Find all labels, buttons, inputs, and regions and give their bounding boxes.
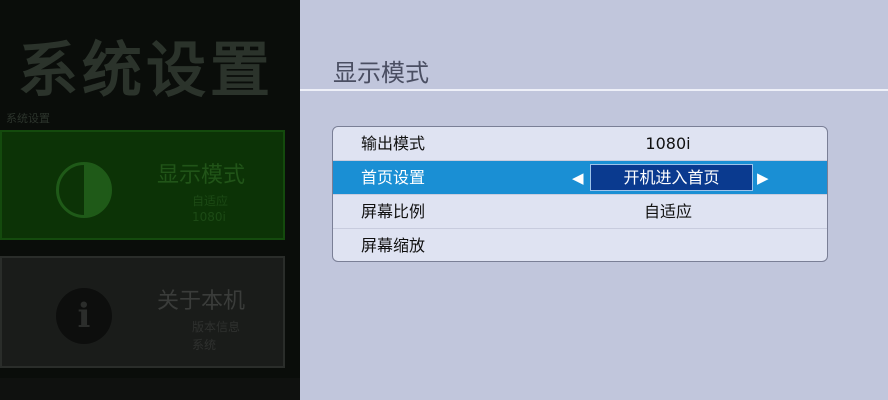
panel-title: 显示模式 <box>333 59 429 87</box>
bottom-card-edge <box>0 378 300 400</box>
arrow-right-icon[interactable]: ▶ <box>757 161 769 195</box>
breadcrumb: 系统设置 <box>6 112 50 125</box>
about-device-card[interactable]: i 关于本机 版本信息 系统 <box>0 256 285 368</box>
system-settings-title: 系统设置 <box>18 36 274 106</box>
title-divider <box>300 89 888 91</box>
output-mode-value: 1080i <box>645 134 691 153</box>
display-mode-card[interactable]: 显示模式 自适应 1080i <box>0 130 285 240</box>
arrow-left-icon[interactable]: ◀ <box>572 161 584 195</box>
output-mode-label: 输出模式 <box>361 134 426 153</box>
list-item-screen-ratio[interactable]: 屏幕比例 自适应 <box>333 195 827 229</box>
background-system-settings-pane: 系统设置 系统设置 显示模式 自适应 1080i i 关于本机 版本信息 系统 <box>0 0 300 400</box>
screen-ratio-label: 屏幕比例 <box>361 202 426 221</box>
list-item-home-settings[interactable]: 首页设置 ◀ 开机进入首页 ▶ <box>333 161 827 195</box>
half-circle-icon <box>56 162 112 218</box>
list-item-output-mode[interactable]: 输出模式 1080i <box>333 127 827 161</box>
display-mode-card-sub1: 自适应 <box>192 194 229 208</box>
settings-list: 输出模式 1080i 首页设置 ◀ 开机进入首页 ▶ 屏幕比例 自适应 屏幕缩放 <box>332 126 828 262</box>
home-settings-label: 首页设置 <box>361 168 426 187</box>
info-icon: i <box>56 288 112 344</box>
about-device-card-sub1: 版本信息 <box>192 320 241 334</box>
display-mode-card-title: 显示模式 <box>157 163 246 188</box>
list-item-screen-zoom[interactable]: 屏幕缩放 <box>333 229 827 261</box>
about-device-card-sub2: 系统 <box>192 338 217 352</box>
home-settings-value: 开机进入首页 <box>590 164 753 191</box>
screen-ratio-value: 自适应 <box>643 202 692 221</box>
screen-zoom-label: 屏幕缩放 <box>361 236 426 255</box>
about-device-card-title: 关于本机 <box>157 289 246 314</box>
display-mode-card-sub2: 1080i <box>192 210 226 224</box>
display-mode-panel: 显示模式 输出模式 1080i 首页设置 ◀ 开机进入首页 ▶ 屏幕比例 自适应… <box>300 0 888 400</box>
